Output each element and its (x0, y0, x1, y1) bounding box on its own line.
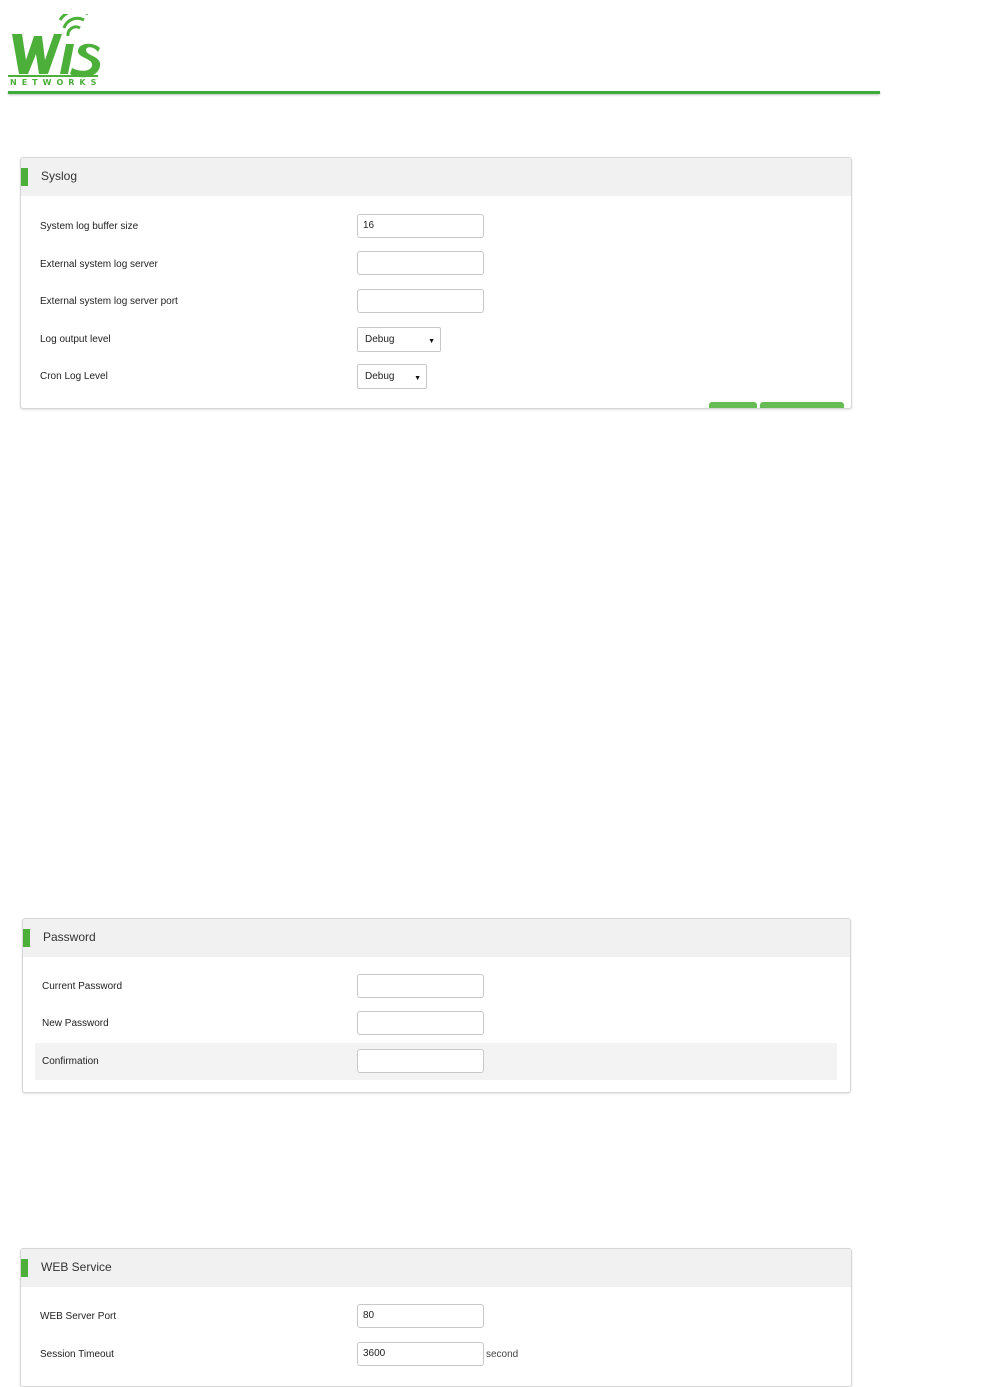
current-password-input[interactable] (357, 974, 484, 998)
web-service-panel: WEB Service WEB Server Port 80 Session T… (20, 1248, 852, 1387)
logo-subtitle: NETWORKS (10, 78, 102, 87)
confirmation-input[interactable] (357, 1049, 484, 1073)
cron-level-label: Cron Log Level (40, 371, 108, 382)
header-divider (8, 91, 880, 94)
syslog-panel: Syslog System log buffer size 16 Externa… (20, 157, 852, 409)
action-button[interactable] (760, 402, 844, 408)
ext-port-input[interactable] (357, 289, 484, 313)
header: NETWORKS (0, 0, 985, 100)
session-timeout-input[interactable]: 3600 (357, 1342, 484, 1366)
syslog-panel-header: Syslog (21, 158, 851, 196)
web-port-label: WEB Server Port (40, 1311, 117, 1322)
new-password-input[interactable] (357, 1011, 484, 1035)
password-panel-title: Password (43, 930, 96, 944)
panel-accent-bar (21, 168, 28, 186)
action-button[interactable] (709, 402, 757, 408)
wis-networks-logo (8, 14, 101, 78)
session-timeout-unit: second (486, 1349, 519, 1360)
new-password-label: New Password (42, 1018, 109, 1029)
ext-server-input[interactable] (357, 251, 484, 275)
web-port-input[interactable]: 80 (357, 1304, 484, 1328)
web-service-panel-title: WEB Service (41, 1260, 112, 1274)
ext-port-label: External system log server port (40, 296, 178, 307)
log-level-select[interactable]: Debug ▼ (357, 327, 441, 352)
buffer-size-input[interactable]: 16 (357, 214, 484, 238)
cron-level-select[interactable]: Debug ▼ (357, 364, 427, 389)
web-service-panel-header: WEB Service (21, 1249, 851, 1287)
dropdown-arrow-icon: ▼ (414, 375, 421, 382)
ext-server-label: External system log server (40, 259, 158, 270)
log-level-label: Log output level (40, 334, 111, 345)
password-panel: Password Current Password New Password C… (22, 918, 851, 1093)
confirmation-label: Confirmation (42, 1056, 99, 1067)
syslog-panel-title: Syslog (41, 169, 78, 183)
password-panel-header: Password (23, 919, 850, 957)
current-password-label: Current Password (42, 981, 123, 992)
log-level-value: Debug (365, 334, 395, 345)
panel-accent-bar (23, 929, 30, 947)
buffer-size-label: System log buffer size (40, 221, 139, 232)
panel-accent-bar (21, 1259, 28, 1277)
cron-level-value: Debug (365, 371, 395, 382)
session-timeout-label: Session Timeout (40, 1349, 114, 1360)
dropdown-arrow-icon: ▼ (428, 338, 435, 345)
